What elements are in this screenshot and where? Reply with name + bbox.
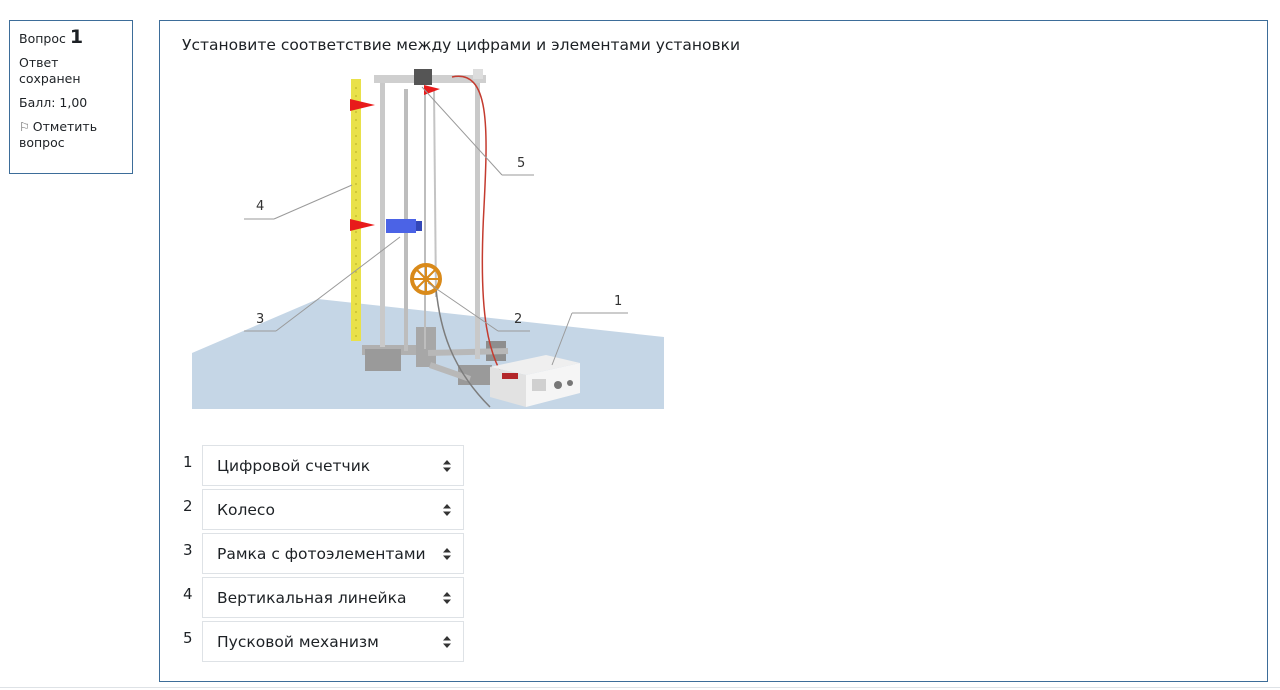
flag-question-link[interactable]: ⚐ Отметить вопрос <box>19 119 123 151</box>
question-grade: Балл: 1,00 <box>19 95 88 110</box>
flag-label: Отметить вопрос <box>19 119 98 150</box>
row-number: 5 <box>183 629 193 647</box>
select-updown-icon <box>443 636 451 648</box>
page-divider <box>0 687 1280 688</box>
figure-label-3: 3 <box>256 312 264 327</box>
answer-state: Ответ сохранен <box>19 55 81 86</box>
row-number: 2 <box>183 497 193 515</box>
figure-label-5: 5 <box>517 156 525 171</box>
select-updown-icon <box>443 592 451 604</box>
question-content: Установите соответствие между цифрами и … <box>159 20 1268 682</box>
question-number-value: 1 <box>69 26 84 48</box>
question-number: Вопрос 1 <box>19 26 123 48</box>
question-info-panel: Вопрос 1 Ответ сохранен Балл: 1,00 ⚐ Отме… <box>9 20 133 174</box>
row-number: 1 <box>183 453 193 471</box>
answer-select-value: Колесо <box>217 501 275 519</box>
question-text: Установите соответствие между цифрами и … <box>182 36 741 54</box>
answer-select-2[interactable]: Колесо <box>202 489 464 530</box>
answer-select-value: Вертикальная линейка <box>217 589 407 607</box>
answer-select-4[interactable]: Вертикальная линейка <box>202 577 464 618</box>
answer-select-value: Рамка с фотоэлементами <box>217 545 426 563</box>
apparatus-figure: 1 2 3 4 5 <box>192 69 664 409</box>
answer-select-value: Цифровой счетчик <box>217 457 371 475</box>
row-number: 4 <box>183 585 193 603</box>
answer-select-3[interactable]: Рамка с фотоэлементами <box>202 533 464 574</box>
figure-label-1: 1 <box>614 294 622 309</box>
select-updown-icon <box>443 548 451 560</box>
select-updown-icon <box>443 504 451 516</box>
flag-icon: ⚐ <box>19 120 30 134</box>
answer-select-5[interactable]: Пусковой механизм <box>202 621 464 662</box>
figure-label-2: 2 <box>514 312 522 327</box>
answer-select-1[interactable]: Цифровой счетчик <box>202 445 464 486</box>
row-number: 3 <box>183 541 193 559</box>
question-label: Вопрос <box>19 31 66 46</box>
select-updown-icon <box>443 460 451 472</box>
figure-label-4: 4 <box>256 199 264 214</box>
answer-select-value: Пусковой механизм <box>217 633 379 651</box>
